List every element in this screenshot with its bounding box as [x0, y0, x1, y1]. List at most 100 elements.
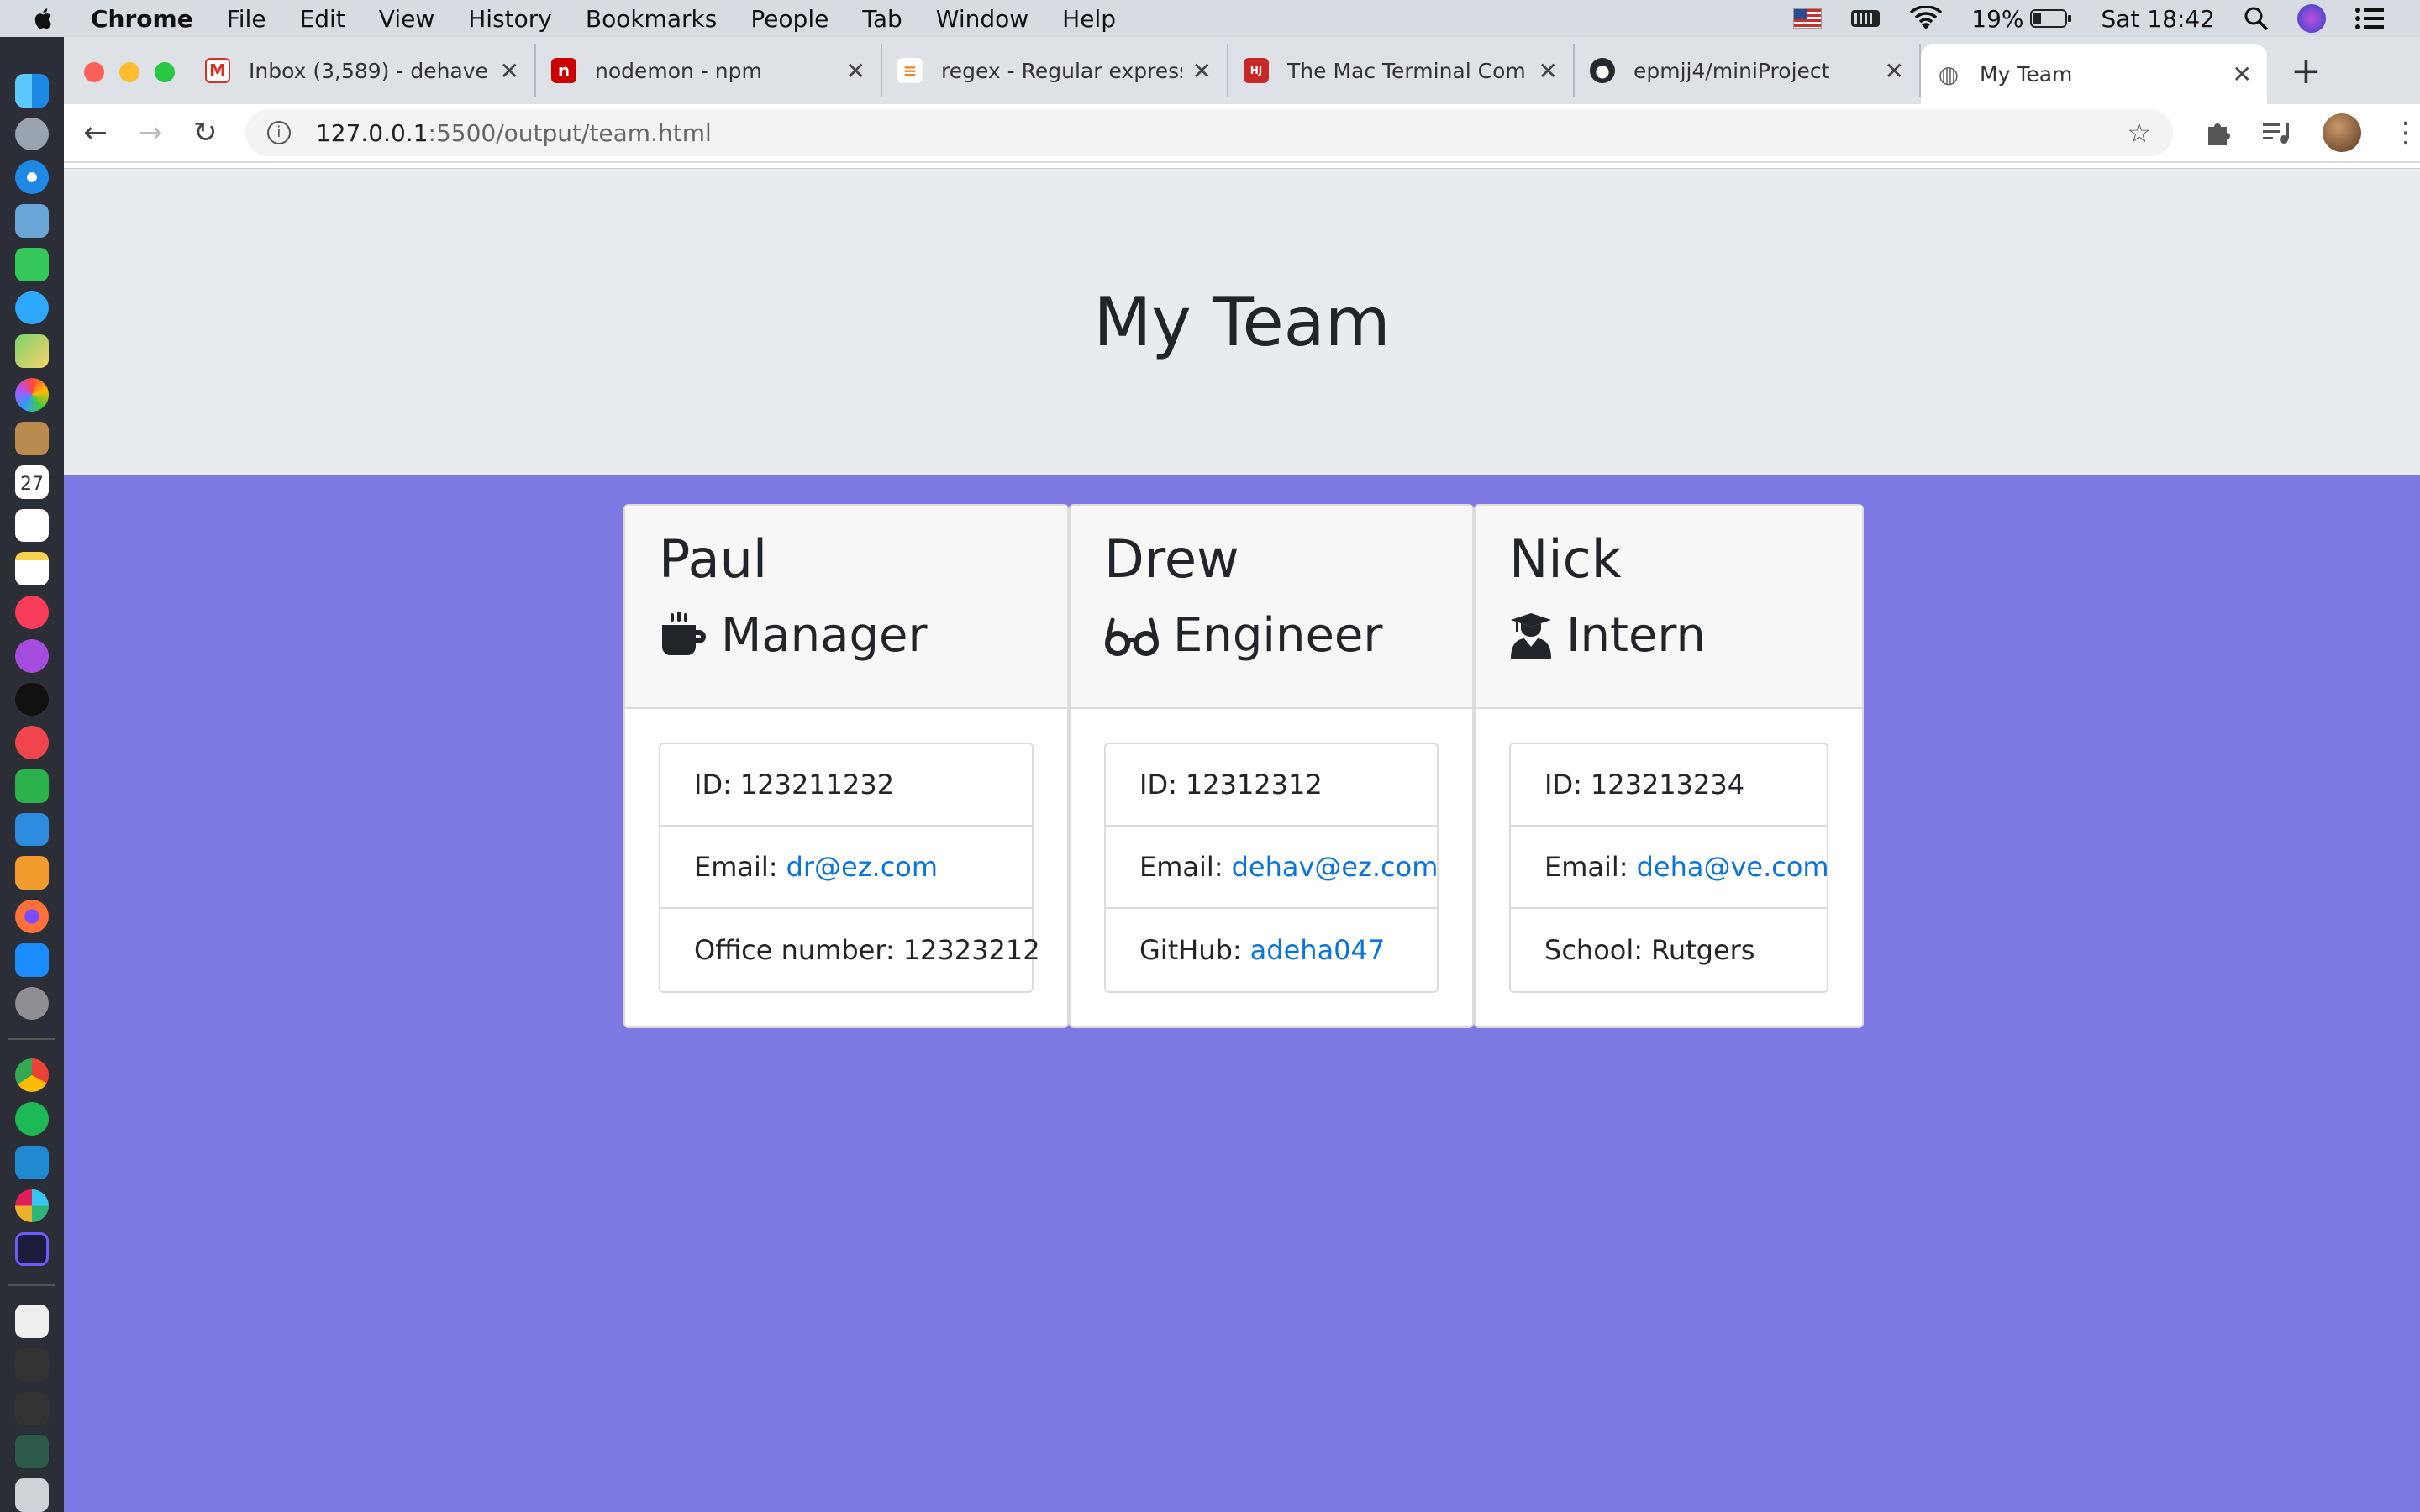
- bookmark-star-icon[interactable]: ☆: [2127, 117, 2151, 149]
- close-tab-icon[interactable]: ✕: [2233, 60, 2252, 88]
- tab-gmail[interactable]: M Inbox (3,589) - dehaven7 ✕: [190, 44, 536, 97]
- calendar-icon[interactable]: 27: [15, 465, 49, 499]
- site-info-icon[interactable]: i: [266, 121, 291, 144]
- preview-icon[interactable]: [15, 204, 49, 238]
- new-tab-button[interactable]: +: [2291, 50, 2322, 92]
- address-bar[interactable]: i 127.0.0.1 :5500/output/team.html ☆: [245, 109, 2173, 156]
- back-button[interactable]: ←: [72, 116, 118, 150]
- card-body: ID: 12312312 Email: dehav@ez.com GitHub: ad…: [1071, 709, 1472, 1026]
- system-preferences-icon[interactable]: [15, 986, 49, 1021]
- email-link[interactable]: dr@ez.com: [786, 851, 938, 883]
- reload-button[interactable]: ↻: [182, 116, 229, 150]
- notes-app-icon[interactable]: [15, 421, 49, 455]
- siri-icon[interactable]: [2297, 4, 2326, 33]
- menu-tab[interactable]: Tab: [862, 5, 902, 33]
- email-link[interactable]: dehav@ez.com: [1232, 851, 1439, 883]
- battery-indicator[interactable]: 19%: [1971, 5, 2072, 33]
- media-queue-icon[interactable]: [2262, 120, 2292, 145]
- apple-tv-icon[interactable]: [15, 682, 49, 717]
- spotify-icon[interactable]: [15, 1102, 49, 1136]
- slack-icon[interactable]: [15, 1189, 49, 1223]
- zoom-window-button[interactable]: [155, 62, 175, 82]
- keynote-icon[interactable]: [15, 812, 49, 847]
- employee-id: ID: 123213234: [1511, 744, 1827, 827]
- close-tab-icon[interactable]: ✕: [1539, 57, 1558, 85]
- employee-name: Nick: [1509, 528, 1622, 590]
- terminal-window-icon-2[interactable]: [15, 1391, 49, 1425]
- control-center-icon[interactable]: [2354, 6, 2385, 31]
- input-source-flag-icon[interactable]: [1793, 8, 1823, 29]
- menu-bookmarks[interactable]: Bookmarks: [586, 5, 717, 33]
- notes-icon[interactable]: [15, 552, 49, 586]
- dock-separator: [8, 1038, 55, 1041]
- messages-icon[interactable]: [15, 291, 49, 325]
- chrome-icon[interactable]: [15, 1058, 49, 1093]
- numbers-icon[interactable]: [15, 769, 49, 803]
- menu-edit[interactable]: Edit: [300, 5, 345, 33]
- menu-people[interactable]: People: [750, 5, 829, 33]
- app-store-icon[interactable]: [15, 942, 49, 977]
- employee-card-engineer: Drew Engineer ID: 12312312 Email: dehav@ez…: [1069, 504, 1474, 1028]
- document-icon[interactable]: [15, 1305, 49, 1338]
- firefox-icon[interactable]: [15, 900, 49, 933]
- github-link[interactable]: adeha047: [1250, 934, 1386, 966]
- menu-file[interactable]: File: [227, 5, 266, 33]
- wifi-icon[interactable]: [1909, 6, 1943, 31]
- screenshot-icon[interactable]: [15, 1435, 49, 1469]
- extensions-puzzle-icon[interactable]: [2203, 118, 2232, 147]
- tab-title: nodemon - npm: [595, 58, 762, 83]
- page-header: My Team: [64, 168, 2420, 475]
- menu-window[interactable]: Window: [936, 5, 1028, 33]
- news-icon[interactable]: [15, 726, 49, 760]
- menu-app-name[interactable]: Chrome: [91, 5, 193, 33]
- coffee-mug-icon: [662, 612, 706, 655]
- employee-name: Drew: [1104, 528, 1239, 590]
- podcasts-icon[interactable]: [15, 638, 49, 673]
- forward-button[interactable]: →: [127, 116, 173, 150]
- email-link[interactable]: deha@ve.com: [1637, 851, 1829, 883]
- menu-help[interactable]: Help: [1062, 5, 1116, 33]
- minimize-window-button[interactable]: [119, 62, 139, 82]
- stackoverflow-icon: ≡: [897, 58, 923, 83]
- menu-clock[interactable]: Sat 18:42: [2101, 5, 2215, 33]
- maps-icon[interactable]: [15, 334, 49, 369]
- menu-history[interactable]: History: [468, 5, 552, 33]
- music-icon[interactable]: [15, 596, 49, 629]
- close-tab-icon[interactable]: ✕: [1192, 57, 1212, 85]
- email-label: Email:: [1139, 851, 1223, 883]
- close-tab-icon[interactable]: ✕: [1885, 57, 1904, 85]
- facetime-icon[interactable]: [15, 247, 49, 281]
- employee-github: GitHub: adeha047: [1106, 909, 1437, 991]
- launchpad-icon[interactable]: [15, 117, 49, 151]
- tab-mac-terminal[interactable]: HJ The Mac Terminal Comm ✕: [1228, 44, 1575, 97]
- vscode-icon[interactable]: [15, 1145, 49, 1179]
- terminal-window-icon[interactable]: [15, 1347, 49, 1382]
- page-title: My Team: [1093, 283, 1391, 361]
- tab-npm[interactable]: n nodemon - npm ✕: [536, 44, 882, 97]
- finder-icon[interactable]: [15, 74, 49, 108]
- id-label: ID:: [1139, 769, 1177, 801]
- menu-view[interactable]: View: [379, 5, 434, 33]
- more-options-icon[interactable]: ⋮: [2391, 116, 2420, 150]
- battery-status-icon[interactable]: [1850, 8, 1881, 29]
- close-tab-icon[interactable]: ✕: [846, 57, 865, 85]
- virtual-machine-icon[interactable]: [15, 1232, 49, 1267]
- safari-icon[interactable]: [15, 160, 49, 195]
- tab-stackoverflow[interactable]: ≡ regex - Regular expressio ✕: [882, 44, 1228, 97]
- reminders-icon[interactable]: [15, 508, 49, 543]
- trash-icon[interactable]: [15, 1478, 49, 1512]
- photos-icon[interactable]: [15, 378, 49, 412]
- spotlight-search-icon[interactable]: [2244, 6, 2269, 31]
- profile-avatar[interactable]: [2323, 113, 2361, 152]
- close-window-button[interactable]: [84, 62, 104, 82]
- employee-office-number: Office number: 12323212: [660, 909, 1040, 991]
- graduate-icon: [1511, 613, 1551, 659]
- employee-email: Email: deha@ve.com: [1511, 827, 1829, 909]
- browser-window: M Inbox (3,589) - dehaven7 ✕ n nodemon -…: [64, 37, 2420, 1512]
- apple-icon[interactable]: [32, 5, 55, 32]
- tab-my-team[interactable]: ◍ My Team ✕: [1921, 44, 2267, 104]
- employee-role: Manager: [659, 606, 1034, 665]
- pages-icon[interactable]: [15, 856, 49, 890]
- close-tab-icon[interactable]: ✕: [500, 57, 519, 85]
- tab-github[interactable]: ● epmjj4/miniProject ✕: [1575, 44, 1921, 97]
